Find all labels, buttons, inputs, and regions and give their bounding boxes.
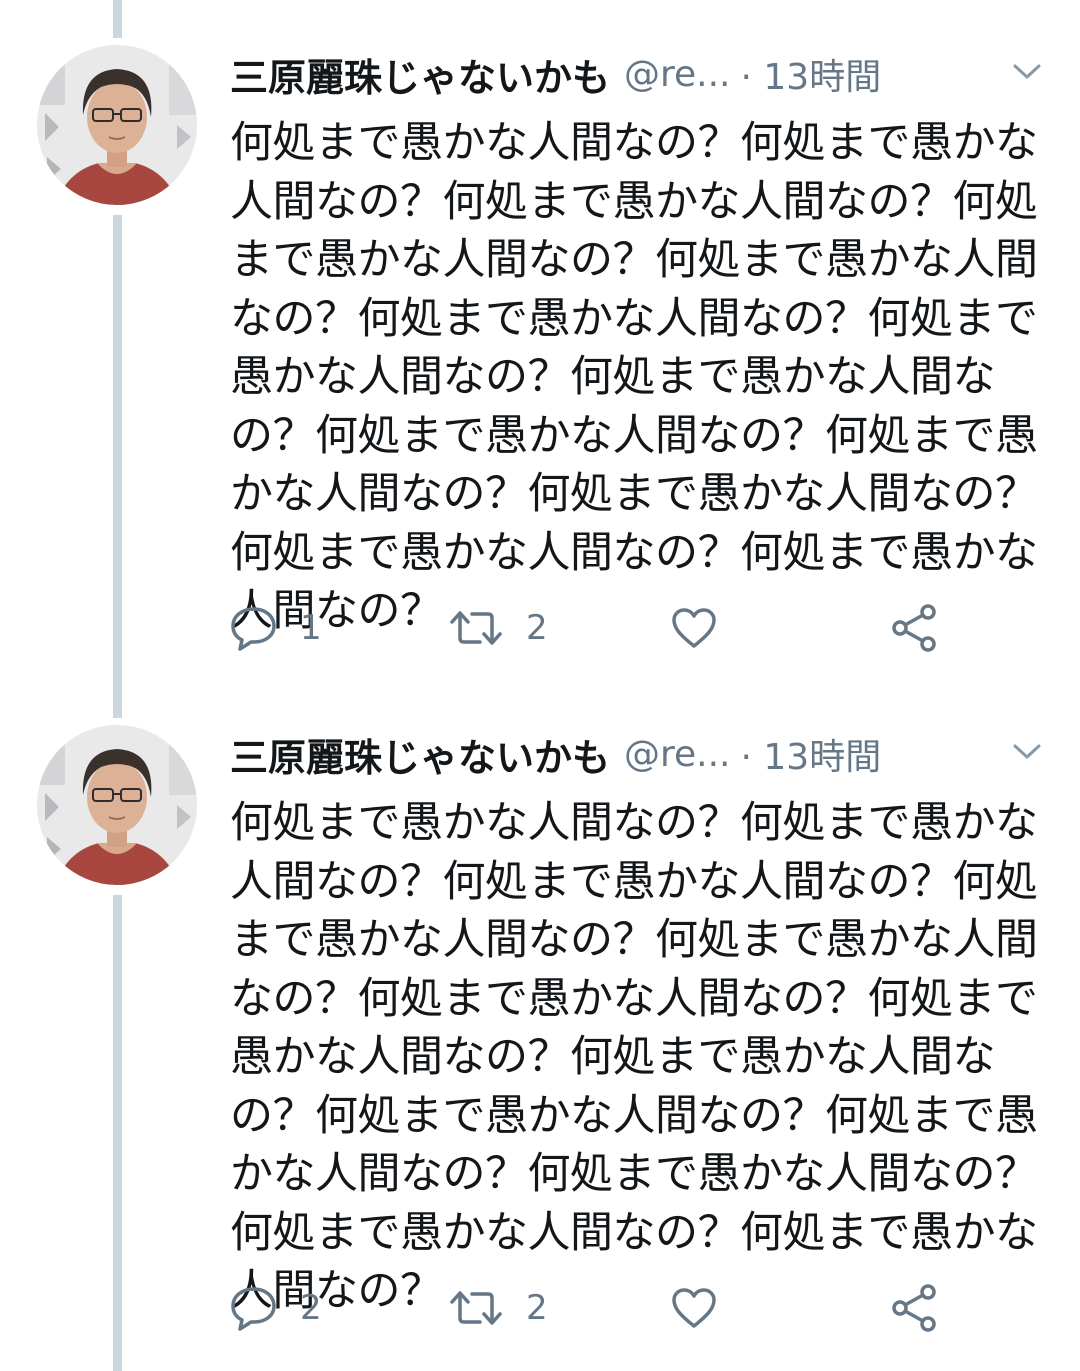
retweet-icon xyxy=(448,1288,504,1328)
reply-icon xyxy=(230,605,278,651)
retweet-icon xyxy=(448,608,504,648)
user-handle[interactable]: @re... xyxy=(624,54,731,95)
timestamp[interactable]: · 13時間 xyxy=(741,48,882,100)
retweet-button[interactable]: 2 xyxy=(448,603,548,653)
user-handle[interactable]: @re... xyxy=(624,734,731,775)
heart-icon xyxy=(670,606,718,650)
reply-icon xyxy=(230,1285,278,1331)
tweet-header: 三原麗珠じゃないかも @re... · 13時間 xyxy=(230,42,1060,106)
avatar[interactable] xyxy=(37,725,197,885)
share-button[interactable] xyxy=(890,1283,940,1333)
tweet-text: 何処まで愚かな人間なの？何処まで愚かな人間なの？何処まで愚かな人間なの？何処まで… xyxy=(230,798,1038,1316)
tweet-text: 何処まで愚かな人間なの？何処まで愚かな人間なの？何処まで愚かな人間なの？何処まで… xyxy=(230,118,1038,636)
timestamp[interactable]: · 13時間 xyxy=(741,728,882,780)
reply-button[interactable]: 1 xyxy=(230,603,322,653)
tweet-actions: 2 2 xyxy=(230,1283,960,1333)
like-button[interactable] xyxy=(670,603,740,653)
reply-button[interactable]: 2 xyxy=(230,1283,322,1333)
display-name[interactable]: 三原麗珠じゃないかも xyxy=(230,47,610,102)
retweet-count: 2 xyxy=(526,1288,548,1328)
thread-line-middle xyxy=(113,215,122,718)
share-icon xyxy=(890,1284,940,1332)
retweet-button[interactable]: 2 xyxy=(448,1283,548,1333)
heart-icon xyxy=(670,1286,718,1330)
chevron-down-icon[interactable] xyxy=(1012,62,1042,82)
retweet-count: 2 xyxy=(526,608,548,648)
thread-line-top xyxy=(113,0,122,38)
like-button[interactable] xyxy=(670,1283,740,1333)
tweet-header: 三原麗珠じゃないかも @re... · 13時間 xyxy=(230,722,1060,786)
chevron-down-icon[interactable] xyxy=(1012,742,1042,762)
tweet-actions: 1 2 xyxy=(230,603,960,653)
share-icon xyxy=(890,604,940,652)
thread-line-bottom xyxy=(113,895,122,1371)
reply-count: 1 xyxy=(300,608,322,648)
reply-count: 2 xyxy=(300,1288,322,1328)
share-button[interactable] xyxy=(890,603,940,653)
avatar[interactable] xyxy=(37,45,197,205)
display-name[interactable]: 三原麗珠じゃないかも xyxy=(230,727,610,782)
